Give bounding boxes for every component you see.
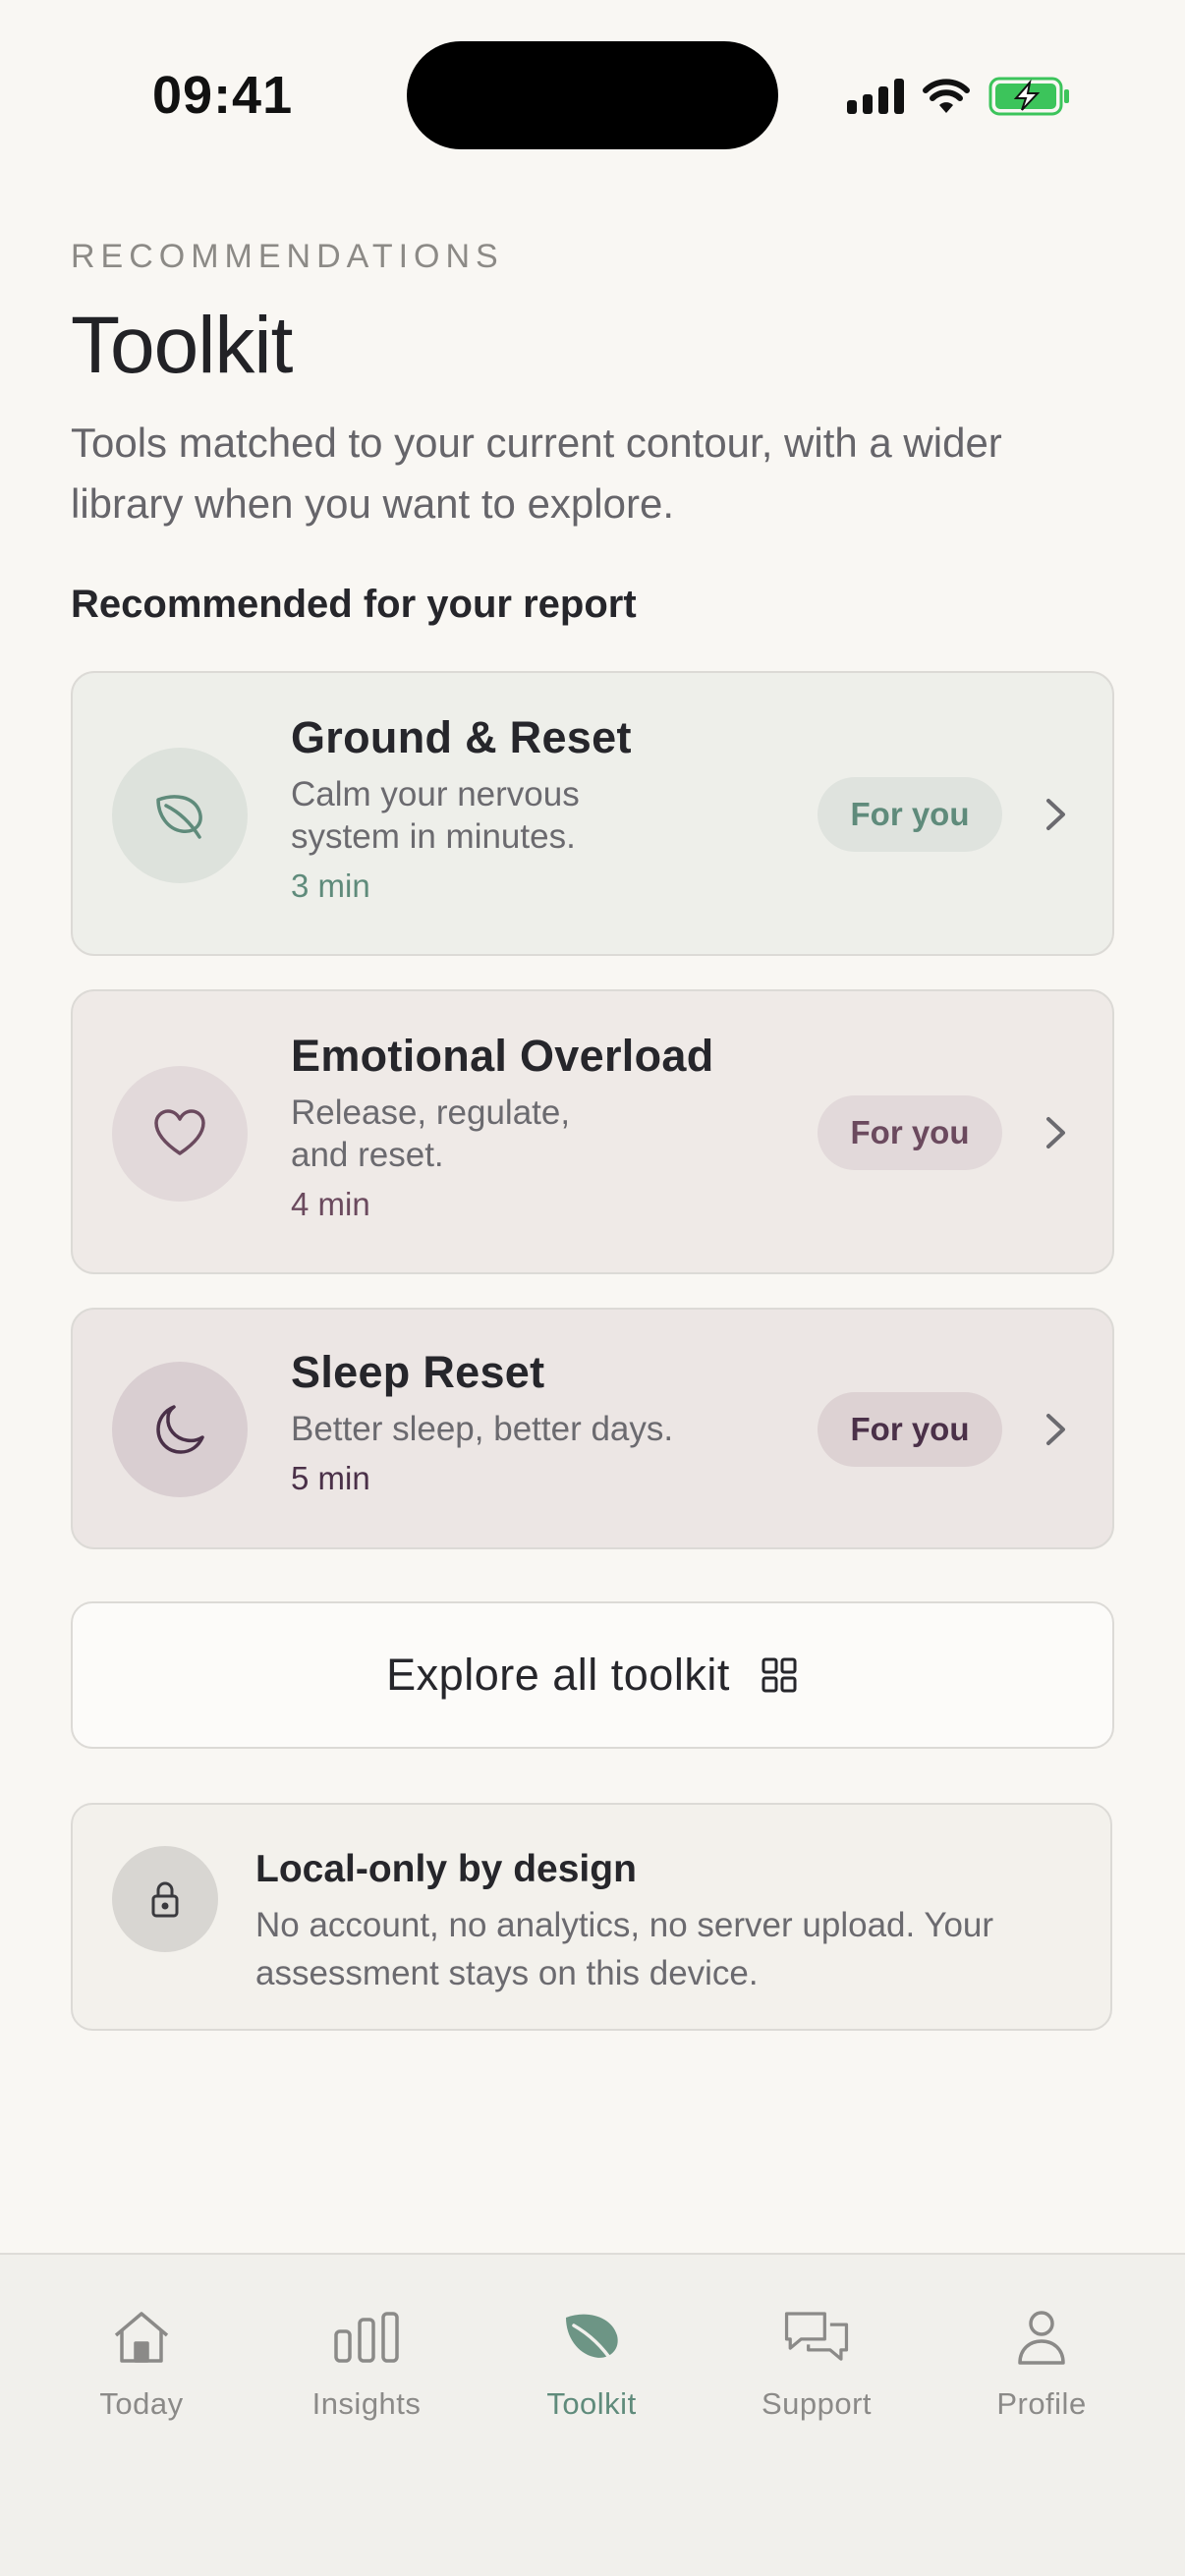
tab-label: Support (761, 2386, 873, 2421)
privacy-body: No account, no analytics, no server uplo… (255, 1906, 994, 1992)
battery-icon (988, 77, 1069, 116)
lock-icon (112, 1846, 218, 1952)
chevron-right-icon (1046, 1117, 1065, 1148)
heart-icon (112, 1066, 248, 1202)
tab-toolkit[interactable]: Toolkit (493, 2302, 690, 2422)
explore-all-label: Explore all toolkit (386, 1650, 730, 1700)
tab-label: Profile (996, 2386, 1087, 2421)
page-eyebrow: RECOMMENDATIONS (71, 238, 504, 275)
page-subtitle: Tools matched to your current contour, w… (71, 420, 1002, 527)
card-duration: 3 min (291, 868, 370, 904)
section-title: Recommended for your report (71, 583, 637, 626)
for-you-badge: For you (818, 777, 1002, 852)
for-you-badge: For you (818, 1392, 1002, 1467)
card-title: Sleep Reset (291, 1347, 545, 1397)
moon-icon (112, 1362, 248, 1497)
chevron-right-icon (1046, 799, 1065, 830)
tab-label: Today (99, 2386, 184, 2421)
card-description: Calm your nervous system in minutes. (291, 775, 580, 856)
status-time: 09:41 (152, 66, 294, 125)
card-duration: 5 min (291, 1460, 370, 1496)
privacy-title: Local-only by design (255, 1848, 637, 1890)
card-duration: 4 min (291, 1186, 370, 1222)
card-title: Ground & Reset (291, 712, 632, 762)
tab-profile[interactable]: Profile (943, 2302, 1140, 2422)
tab-bar: Today Insights Toolkit Support Profile (0, 2253, 1185, 2576)
recommendation-card-sleep-reset[interactable]: Sleep Reset Better sleep, better days. 5… (71, 1308, 1114, 1549)
privacy-notice-card: Local-only by design No account, no anal… (71, 1803, 1112, 2031)
page-title: Toolkit (71, 301, 293, 390)
tab-today[interactable]: Today (43, 2302, 240, 2422)
home-icon (106, 2302, 177, 2373)
recommendation-card-ground-reset[interactable]: Ground & Reset Calm your nervous system … (71, 671, 1114, 956)
card-description: Better sleep, better days. (291, 1410, 674, 1448)
bars-icon (331, 2302, 402, 2373)
recommendation-card-emotional-overload[interactable]: Emotional Overload Release, regulate, an… (71, 989, 1114, 1274)
tab-label: Toolkit (546, 2386, 637, 2421)
card-description: Release, regulate, and reset. (291, 1093, 571, 1174)
for-you-badge: For you (818, 1095, 1002, 1170)
wifi-icon (923, 79, 970, 113)
grid-icon (762, 1657, 797, 1693)
chevron-right-icon (1046, 1414, 1065, 1445)
tab-insights[interactable]: Insights (268, 2302, 465, 2422)
dynamic-island (407, 41, 778, 149)
signal-icon (847, 79, 904, 114)
tab-support[interactable]: Support (718, 2302, 915, 2422)
chat-icon (781, 2302, 852, 2373)
card-title: Emotional Overload (291, 1031, 714, 1081)
leaf-icon (112, 748, 248, 883)
leaf-icon (556, 2302, 627, 2373)
tab-label: Insights (311, 2386, 422, 2421)
status-icons (847, 75, 1071, 118)
explore-all-button[interactable]: Explore all toolkit (71, 1601, 1114, 1749)
person-icon (1006, 2302, 1077, 2373)
